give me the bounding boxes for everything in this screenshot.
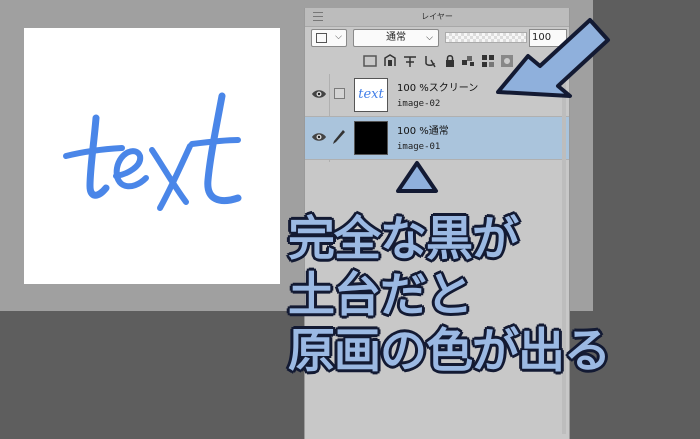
chevron-down-icon: ⌵ (335, 32, 342, 42)
chevron-down-icon: ⌵ (426, 33, 433, 43)
canvas-preview (24, 28, 280, 284)
color-square-icon (316, 33, 327, 43)
layer-name: 100 %スクリーン (397, 83, 479, 94)
layer-subname: image-02 (397, 99, 441, 109)
thumbnail-text: text (358, 87, 384, 102)
reference-icon[interactable] (403, 54, 417, 68)
caption-text: 完全な黒が 土台だと 原画の色が出る (288, 212, 700, 380)
layer-name: 100 %通常 (397, 126, 449, 137)
clipping-icon[interactable] (363, 54, 377, 68)
blend-mode-value: 通常 (386, 32, 406, 43)
arrow-to-base-layer (396, 161, 438, 193)
arrow-to-screen-layer (496, 18, 610, 98)
grip-icon[interactable] (313, 12, 323, 21)
canvas-text-art (63, 92, 242, 211)
layer-subname: image-01 (397, 142, 441, 152)
eye-icon[interactable] (311, 88, 327, 100)
lock-icon[interactable] (443, 54, 457, 68)
layer-thumbnail (354, 121, 388, 155)
layer-thumbnail: text (354, 78, 388, 112)
layer-select-checkbox[interactable] (334, 88, 345, 99)
layer-row-image-01[interactable]: 100 %通常 image-01 (305, 117, 569, 160)
blend-mode-select[interactable]: 通常 ⌵ (353, 29, 439, 47)
eye-icon[interactable] (311, 131, 327, 143)
layer-color-button[interactable]: ⌵ (311, 29, 347, 47)
caption-line: 完全な黒が (288, 212, 519, 267)
caption-line: 土台だと (288, 268, 473, 323)
draft-icon[interactable] (423, 54, 437, 68)
pen-icon (333, 130, 345, 144)
caption-line: 原画の色が出る (288, 324, 611, 379)
clipping-icon[interactable] (383, 54, 397, 68)
panel-title: レイヤー (421, 12, 453, 21)
transparency-lock-icon[interactable] (461, 54, 475, 68)
